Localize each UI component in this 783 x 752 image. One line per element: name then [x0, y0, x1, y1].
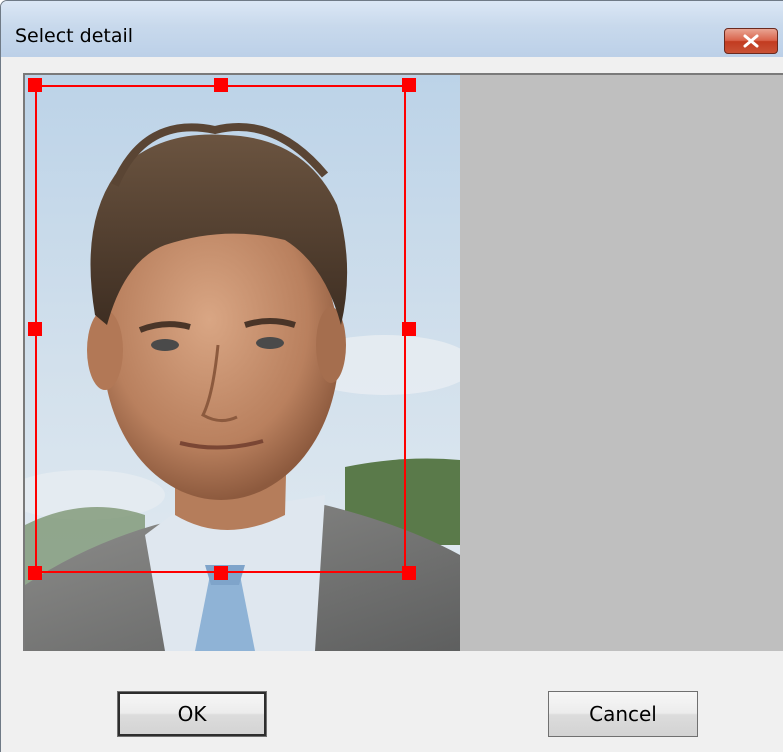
cancel-button[interactable]: Cancel — [548, 691, 698, 737]
title-bar[interactable]: Select detail — [1, 1, 783, 57]
ok-button-mnemonic: O — [177, 702, 194, 726]
cancel-button-mnemonic: C — [589, 702, 604, 726]
cancel-button-label: ancel — [603, 702, 657, 726]
crop-handle-middle-right[interactable] — [402, 322, 416, 336]
image-preview-frame — [23, 73, 783, 651]
crop-handle-top-right[interactable] — [402, 78, 416, 92]
crop-handle-bottom-left[interactable] — [28, 566, 42, 580]
ok-button-label: K — [193, 702, 207, 726]
crop-handle-top-center[interactable] — [214, 78, 228, 92]
crop-handle-middle-left[interactable] — [28, 322, 42, 336]
close-x-icon — [743, 34, 759, 48]
crop-selection-rectangle[interactable] — [35, 85, 406, 573]
dialog-client-area — [1, 57, 783, 752]
window-title: Select detail — [15, 25, 134, 47]
crop-handle-bottom-right[interactable] — [402, 566, 416, 580]
crop-handle-bottom-center[interactable] — [214, 566, 228, 580]
close-button[interactable] — [724, 28, 778, 54]
crop-handle-top-left[interactable] — [28, 78, 42, 92]
ok-button[interactable]: OK — [117, 691, 267, 737]
select-detail-dialog: Select detail O K C ancel — [0, 0, 783, 752]
